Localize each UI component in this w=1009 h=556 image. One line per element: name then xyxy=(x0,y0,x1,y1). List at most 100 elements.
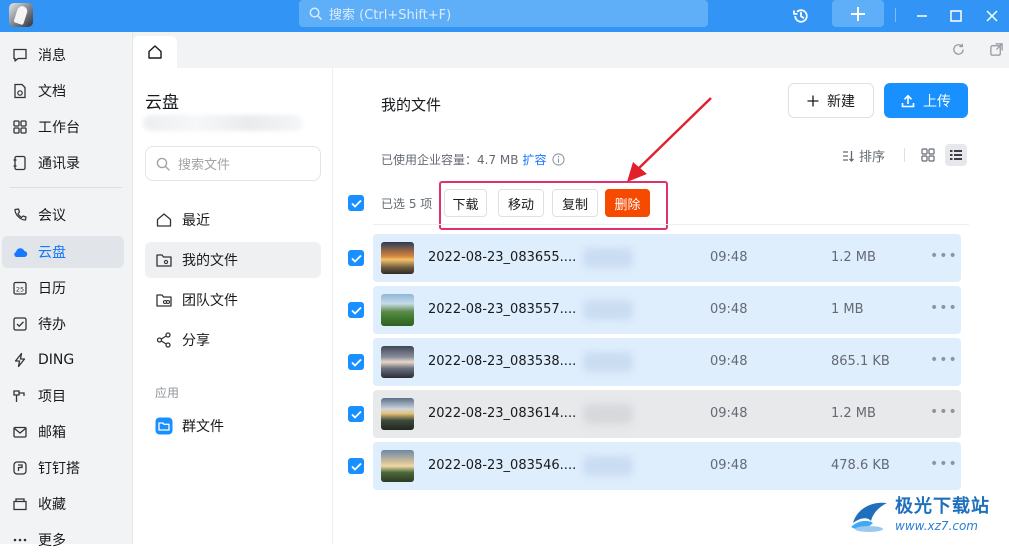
workbench-icon xyxy=(13,120,27,134)
file-name[interactable]: 2022-08-23_083614.... xyxy=(428,406,576,421)
menu-label: 群文件 xyxy=(182,419,224,435)
sort-label: 排序 xyxy=(859,150,886,165)
site-watermark: 极光下载站 www.xz7.com xyxy=(847,491,1005,539)
file-name[interactable]: 2022-08-23_083557.... xyxy=(428,302,576,317)
nav-item-contacts[interactable]: 通讯录 xyxy=(2,147,124,179)
nav-item-meeting[interactable]: 会议 xyxy=(2,199,124,231)
list-view-icon[interactable] xyxy=(945,144,967,166)
refresh-icon[interactable] xyxy=(951,42,969,60)
image-thumbnail xyxy=(381,398,414,430)
menu-team-files[interactable]: 团队文件 xyxy=(145,282,321,318)
message-icon xyxy=(13,48,27,62)
check-icon xyxy=(350,306,362,315)
file-name[interactable]: 2022-08-23_083538.... xyxy=(428,354,576,369)
nav-item-label: 消息 xyxy=(38,48,66,64)
file-search-input[interactable]: 搜索文件 xyxy=(145,146,321,181)
storage-quota: 已使用企业容量：4.7 MB 扩容 xyxy=(381,151,565,168)
row-checkbox[interactable] xyxy=(348,250,364,266)
cloud-title: 云盘 xyxy=(145,93,179,113)
delete-button[interactable]: 删除 xyxy=(605,189,650,217)
file-row[interactable]: 2022-08-23_083546.... 09:48 478.6 KB ••• xyxy=(348,442,961,490)
avatar[interactable] xyxy=(9,3,33,27)
copy-button[interactable]: 复制 xyxy=(552,189,598,217)
more-options-icon[interactable]: ••• xyxy=(930,456,958,472)
info-icon[interactable] xyxy=(551,153,565,166)
nav-divider xyxy=(10,187,122,188)
file-name[interactable]: 2022-08-23_083655.... xyxy=(428,250,576,265)
sort-icon xyxy=(843,150,854,162)
sort-button[interactable]: 排序 xyxy=(841,146,885,165)
nav-item-label: 云盘 xyxy=(38,245,66,261)
todo-icon xyxy=(13,317,27,331)
blurred-owner xyxy=(583,248,633,268)
file-name[interactable]: 2022-08-23_083546.... xyxy=(428,458,576,473)
nav-item-label: 收藏 xyxy=(38,497,66,513)
more-options-icon[interactable]: ••• xyxy=(930,300,958,316)
tab-home[interactable] xyxy=(133,36,177,68)
file-row[interactable]: 2022-08-23_083557.... 09:48 1 MB ••• xyxy=(348,286,961,334)
more-options-icon[interactable]: ••• xyxy=(930,404,958,420)
document-icon xyxy=(14,83,26,99)
move-button[interactable]: 移动 xyxy=(498,189,544,217)
close-icon[interactable] xyxy=(979,0,1005,32)
nav-item-cloud-drive[interactable]: 云盘 xyxy=(2,236,124,268)
nav-item-ding[interactable]: DING xyxy=(2,344,124,376)
nav-item-documents[interactable]: 文档 xyxy=(2,75,124,107)
expand-link[interactable]: 扩容 xyxy=(523,151,547,168)
nav-item-todo[interactable]: 待办 xyxy=(2,308,124,340)
row-checkbox[interactable] xyxy=(348,406,364,422)
image-thumbnail xyxy=(381,242,414,274)
file-row[interactable]: 2022-08-23_083538.... 09:48 865.1 KB ••• xyxy=(348,338,961,386)
nav-item-messages[interactable]: 消息 xyxy=(2,39,124,71)
meeting-icon xyxy=(14,208,27,221)
menu-my-files[interactable]: 我的文件 xyxy=(145,242,321,278)
nav-item-mail[interactable]: 邮箱 xyxy=(2,416,124,448)
row-checkbox[interactable] xyxy=(348,354,364,370)
quota-text: 已使用企业容量：4.7 MB xyxy=(381,153,519,167)
file-time: 09:48 xyxy=(710,406,748,421)
more-options-icon[interactable]: ••• xyxy=(930,352,958,368)
upload-button[interactable]: 上传 xyxy=(884,83,968,118)
apps-section-label: 应用 xyxy=(155,386,180,400)
maximize-icon[interactable] xyxy=(943,0,969,32)
nav-item-project[interactable]: 项目 xyxy=(2,380,124,412)
nav-item-label: 项目 xyxy=(38,389,66,405)
nav-item-favorites[interactable]: 收藏 xyxy=(2,488,124,520)
nav-item-workbench[interactable]: 工作台 xyxy=(2,111,124,143)
global-search-input[interactable]: 搜索 (Ctrl+Shift+F) xyxy=(299,0,708,27)
search-icon xyxy=(156,157,170,171)
select-all-checkbox[interactable] xyxy=(348,195,364,211)
history-icon[interactable] xyxy=(788,0,814,32)
watermark-url: www.xz7.com xyxy=(895,519,978,533)
file-time: 09:48 xyxy=(710,354,748,369)
row-checkbox[interactable] xyxy=(348,302,364,318)
file-size: 478.6 KB xyxy=(831,458,890,473)
nav-item-label: DING xyxy=(38,352,75,368)
nav-item-builder[interactable]: 钉钉搭 xyxy=(2,452,124,484)
minimize-icon[interactable] xyxy=(909,0,935,32)
file-row[interactable]: 2022-08-23_083655.... 09:48 1.2 MB ••• xyxy=(348,234,961,282)
selected-count: 已选 5 项 xyxy=(381,197,433,211)
mail-icon xyxy=(13,426,27,438)
nav-item-label: 通讯录 xyxy=(38,156,80,172)
download-button[interactable]: 下载 xyxy=(444,189,487,217)
app-group-files[interactable]: 群文件 xyxy=(145,408,321,444)
blurred-owner xyxy=(583,404,633,424)
toolbar-divider xyxy=(904,148,905,162)
add-button[interactable] xyxy=(832,0,884,27)
menu-recent[interactable]: 最近 xyxy=(145,202,321,238)
new-button[interactable]: 新建 xyxy=(788,83,874,118)
grid-view-icon[interactable] xyxy=(917,144,939,166)
menu-share[interactable]: 分享 xyxy=(145,322,321,358)
file-row[interactable]: 2022-08-23_083614.... 09:48 1.2 MB ••• xyxy=(348,390,961,438)
blurred-owner xyxy=(583,456,633,476)
row-checkbox[interactable] xyxy=(348,458,364,474)
image-thumbnail xyxy=(381,450,414,482)
menu-label: 分享 xyxy=(182,333,210,349)
nav-item-calendar[interactable]: 25 日历 xyxy=(2,272,124,304)
new-window-icon[interactable] xyxy=(989,42,1007,60)
more-options-icon[interactable]: ••• xyxy=(930,248,958,264)
upload-button-label: 上传 xyxy=(923,93,951,110)
file-size: 1.2 MB xyxy=(831,406,876,421)
nav-item-more[interactable]: 更多 xyxy=(2,524,124,556)
